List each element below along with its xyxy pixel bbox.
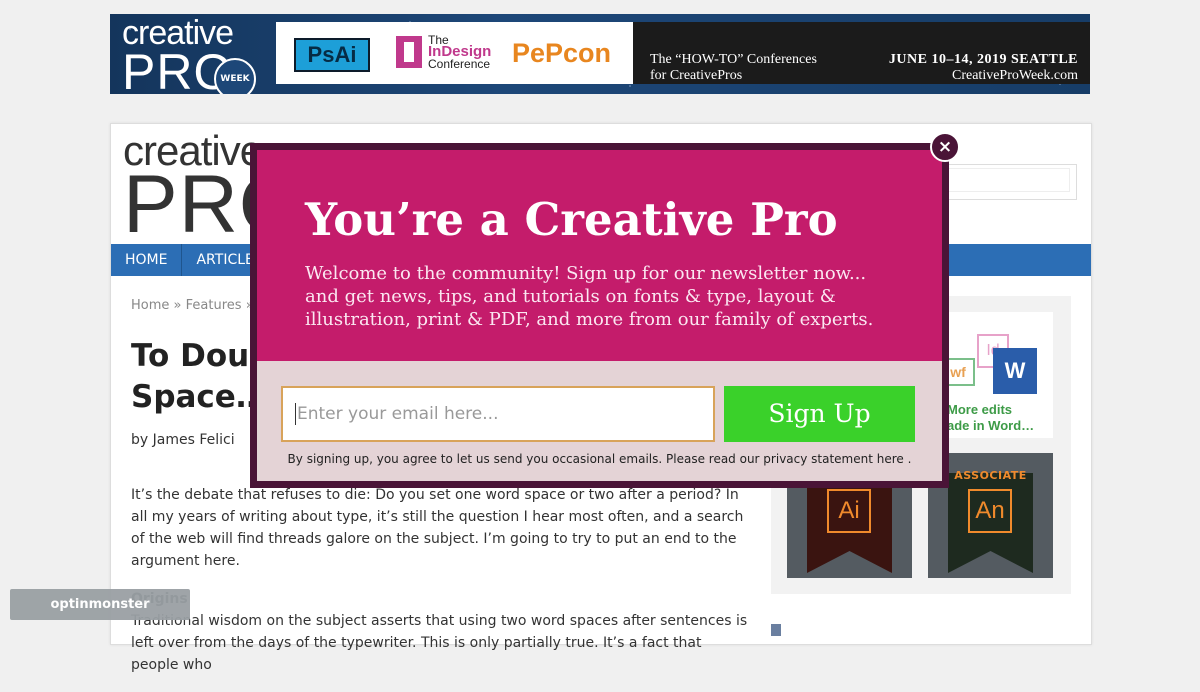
indesign-conference-logo: The InDesign Conference xyxy=(396,34,491,70)
article-paragraph: Traditional wisdom on the subject assert… xyxy=(131,613,748,673)
popup-form: Enter your email here... Sign Up By sign… xyxy=(257,361,942,481)
article-byline: by James Felici xyxy=(131,432,235,448)
pepcon-logo: PePcon xyxy=(512,38,612,68)
ad-text-line1: More edits xyxy=(947,402,1013,417)
sidebar-word-ad[interactable]: Id wf W More edits ade in Word… xyxy=(941,312,1053,438)
event-url: CreativeProWeek.com xyxy=(952,68,1078,83)
section-heading: Origins xyxy=(131,588,751,610)
sidebar-heading-marker xyxy=(771,624,781,636)
popup-disclaimer[interactable]: By signing up, you agree to let us send … xyxy=(257,452,942,466)
indesign-sub: Conference xyxy=(428,57,491,71)
top-banner-ad[interactable]: creative PRO WEEK PsAi The InDesign Conf… xyxy=(110,14,1090,94)
word-icon: W xyxy=(993,348,1037,394)
popup-title: You’re a Creative Pro xyxy=(305,193,838,246)
article-title-line2: Space… xyxy=(131,379,267,415)
sidebar-ad-text: More edits ade in Word… xyxy=(947,402,1034,434)
popup-header: You’re a Creative Pro Welcome to the com… xyxy=(257,150,942,361)
week-badge: WEEK xyxy=(214,58,256,94)
breadcrumb-home[interactable]: Home xyxy=(131,298,169,313)
optinmonster-badge[interactable]: optinmonster xyxy=(10,589,190,620)
email-field[interactable]: Enter your email here... xyxy=(281,386,715,442)
tagline-line2: for CreativePros xyxy=(650,68,743,83)
email-placeholder: Enter your email here... xyxy=(297,404,499,424)
indesign-icon xyxy=(396,36,422,68)
banner-event-info: JUNE 10–14, 2019 SEATTLE CreativeProWeek… xyxy=(889,52,1078,84)
article-body: It’s the debate that refuses to die: Do … xyxy=(131,484,751,692)
banner-tagline: The “HOW-TO” Conferences for CreativePro… xyxy=(650,52,817,84)
newsletter-popup: You’re a Creative Pro Welcome to the com… xyxy=(250,143,949,488)
indesign-conference-text: The InDesign Conference xyxy=(428,34,491,70)
article-paragraph: It’s the debate that refuses to die: Do … xyxy=(131,487,744,569)
ad-text-line2: ade in Word… xyxy=(947,418,1035,433)
text-caret xyxy=(295,403,296,425)
psai-logo: PsAi xyxy=(294,38,370,72)
breadcrumb-sep: » xyxy=(173,298,182,313)
animate-icon: An xyxy=(968,489,1012,533)
signup-button[interactable]: Sign Up xyxy=(724,386,915,442)
event-date: JUNE 10–14, 2019 SEATTLE xyxy=(888,52,1078,67)
popup-subtitle: Welcome to the community! Sign up for ou… xyxy=(305,263,874,330)
nav-home[interactable]: HOME xyxy=(111,244,183,276)
breadcrumb-features[interactable]: Features xyxy=(186,298,242,313)
close-icon[interactable]: × xyxy=(930,132,960,162)
tagline-line1: The “HOW-TO” Conferences xyxy=(650,52,817,67)
creativepro-week-logo: creative PRO WEEK xyxy=(122,16,262,94)
illustrator-icon: Ai xyxy=(827,489,871,533)
breadcrumb: Home » Features » T xyxy=(131,298,266,313)
